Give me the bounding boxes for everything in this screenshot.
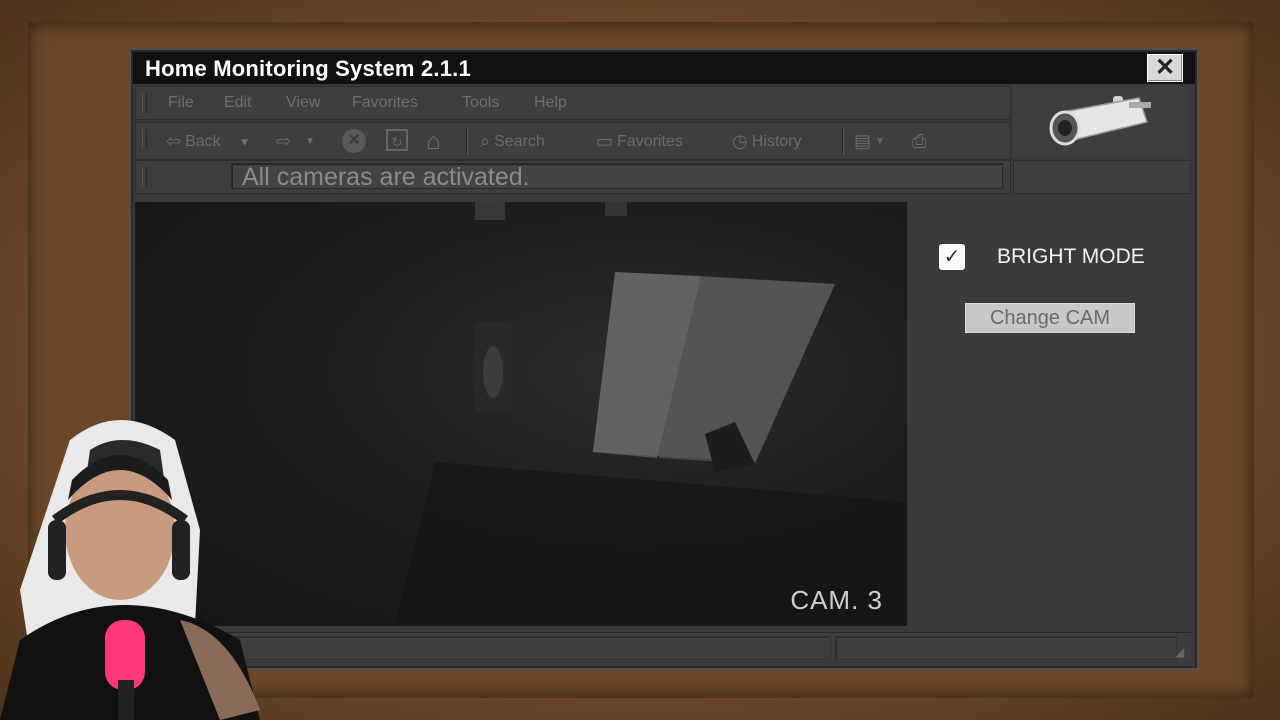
stop-icon[interactable]: ✕ (342, 129, 366, 153)
menu-edit[interactable]: Edit (224, 94, 252, 112)
chevron-down-icon: ▼ (875, 136, 885, 147)
back-button[interactable]: ⇦ Back ▼ (166, 131, 251, 152)
app-window: Home Monitoring System 2.1.1 ✕ File Edit… (131, 50, 1197, 668)
refresh-icon[interactable]: ↻ (386, 129, 408, 151)
history-label: History (751, 132, 802, 150)
menu-view[interactable]: View (286, 94, 320, 112)
mail-icon: ▤ (854, 131, 872, 151)
history-icon: ◷ (732, 131, 748, 151)
webcam-overlay (0, 420, 260, 720)
menu-help[interactable]: Help (534, 94, 567, 112)
search-icon: ⌕ (480, 131, 491, 151)
search-label: Search (494, 132, 545, 150)
favorites-folder-icon: ▭ (596, 131, 614, 151)
print-icon: ⎙ (912, 131, 927, 151)
toolbar: ⇦ Back ▼ ⇨ ▼ ✕ ↻ ⌂ ⌕ Search ▭ Favorites … (135, 122, 1011, 160)
security-camera-icon (1049, 96, 1151, 146)
control-panel: ✓ BRIGHT MODE Change CAM (911, 202, 1189, 626)
home-icon: ⌂ (426, 128, 441, 155)
chevron-down-icon: ▼ (305, 136, 315, 147)
toolbar-grip (142, 129, 147, 149)
logo-panel (1013, 86, 1189, 158)
menu-favorites[interactable]: Favorites (352, 94, 418, 112)
back-label: Back (185, 132, 221, 150)
chevron-down-icon: ▼ (238, 134, 251, 149)
favorites-button[interactable]: ▭ Favorites (596, 131, 683, 152)
forward-arrow-icon: ⇨ (276, 131, 292, 151)
address-bar: All cameras are activated. (135, 160, 1011, 194)
menu-grip (142, 93, 147, 113)
toolbar-separator (842, 127, 844, 155)
bright-mode-checkbox[interactable]: ✓ (939, 244, 965, 270)
check-icon: ✓ (943, 246, 961, 268)
home-button[interactable]: ⌂ (426, 128, 441, 156)
address-grip (142, 167, 147, 187)
menu-bar: File Edit View Favorites Tools Help (135, 86, 1011, 120)
title-bar: Home Monitoring System 2.1.1 ✕ (133, 52, 1195, 84)
mail-button[interactable]: ▤ ▼ (854, 131, 885, 152)
change-cam-button[interactable]: Change CAM (965, 303, 1135, 333)
forward-button[interactable]: ⇨ ▼ (276, 131, 315, 152)
menu-tools[interactable]: Tools (462, 94, 499, 112)
logo-panel-strip (1013, 160, 1191, 194)
favorites-label: Favorites (617, 132, 683, 150)
address-field[interactable]: All cameras are activated. (231, 163, 1003, 190)
search-button[interactable]: ⌕ Search (480, 131, 545, 152)
resize-grip-icon[interactable]: ◢ (1175, 645, 1189, 659)
print-button[interactable]: ⎙ (912, 131, 926, 152)
menu-file[interactable]: File (168, 94, 194, 112)
back-arrow-icon: ⇦ (166, 131, 182, 151)
window-title: Home Monitoring System 2.1.1 (145, 56, 471, 81)
close-button[interactable]: ✕ (1147, 54, 1183, 82)
camera-label: CAM. 3 (790, 585, 883, 615)
toolbar-separator (466, 127, 468, 155)
status-cell-secondary (835, 636, 1177, 660)
status-bar: ◢ (135, 632, 1191, 661)
bright-mode-label: BRIGHT MODE (997, 245, 1145, 268)
history-button[interactable]: ◷ History (732, 131, 802, 152)
